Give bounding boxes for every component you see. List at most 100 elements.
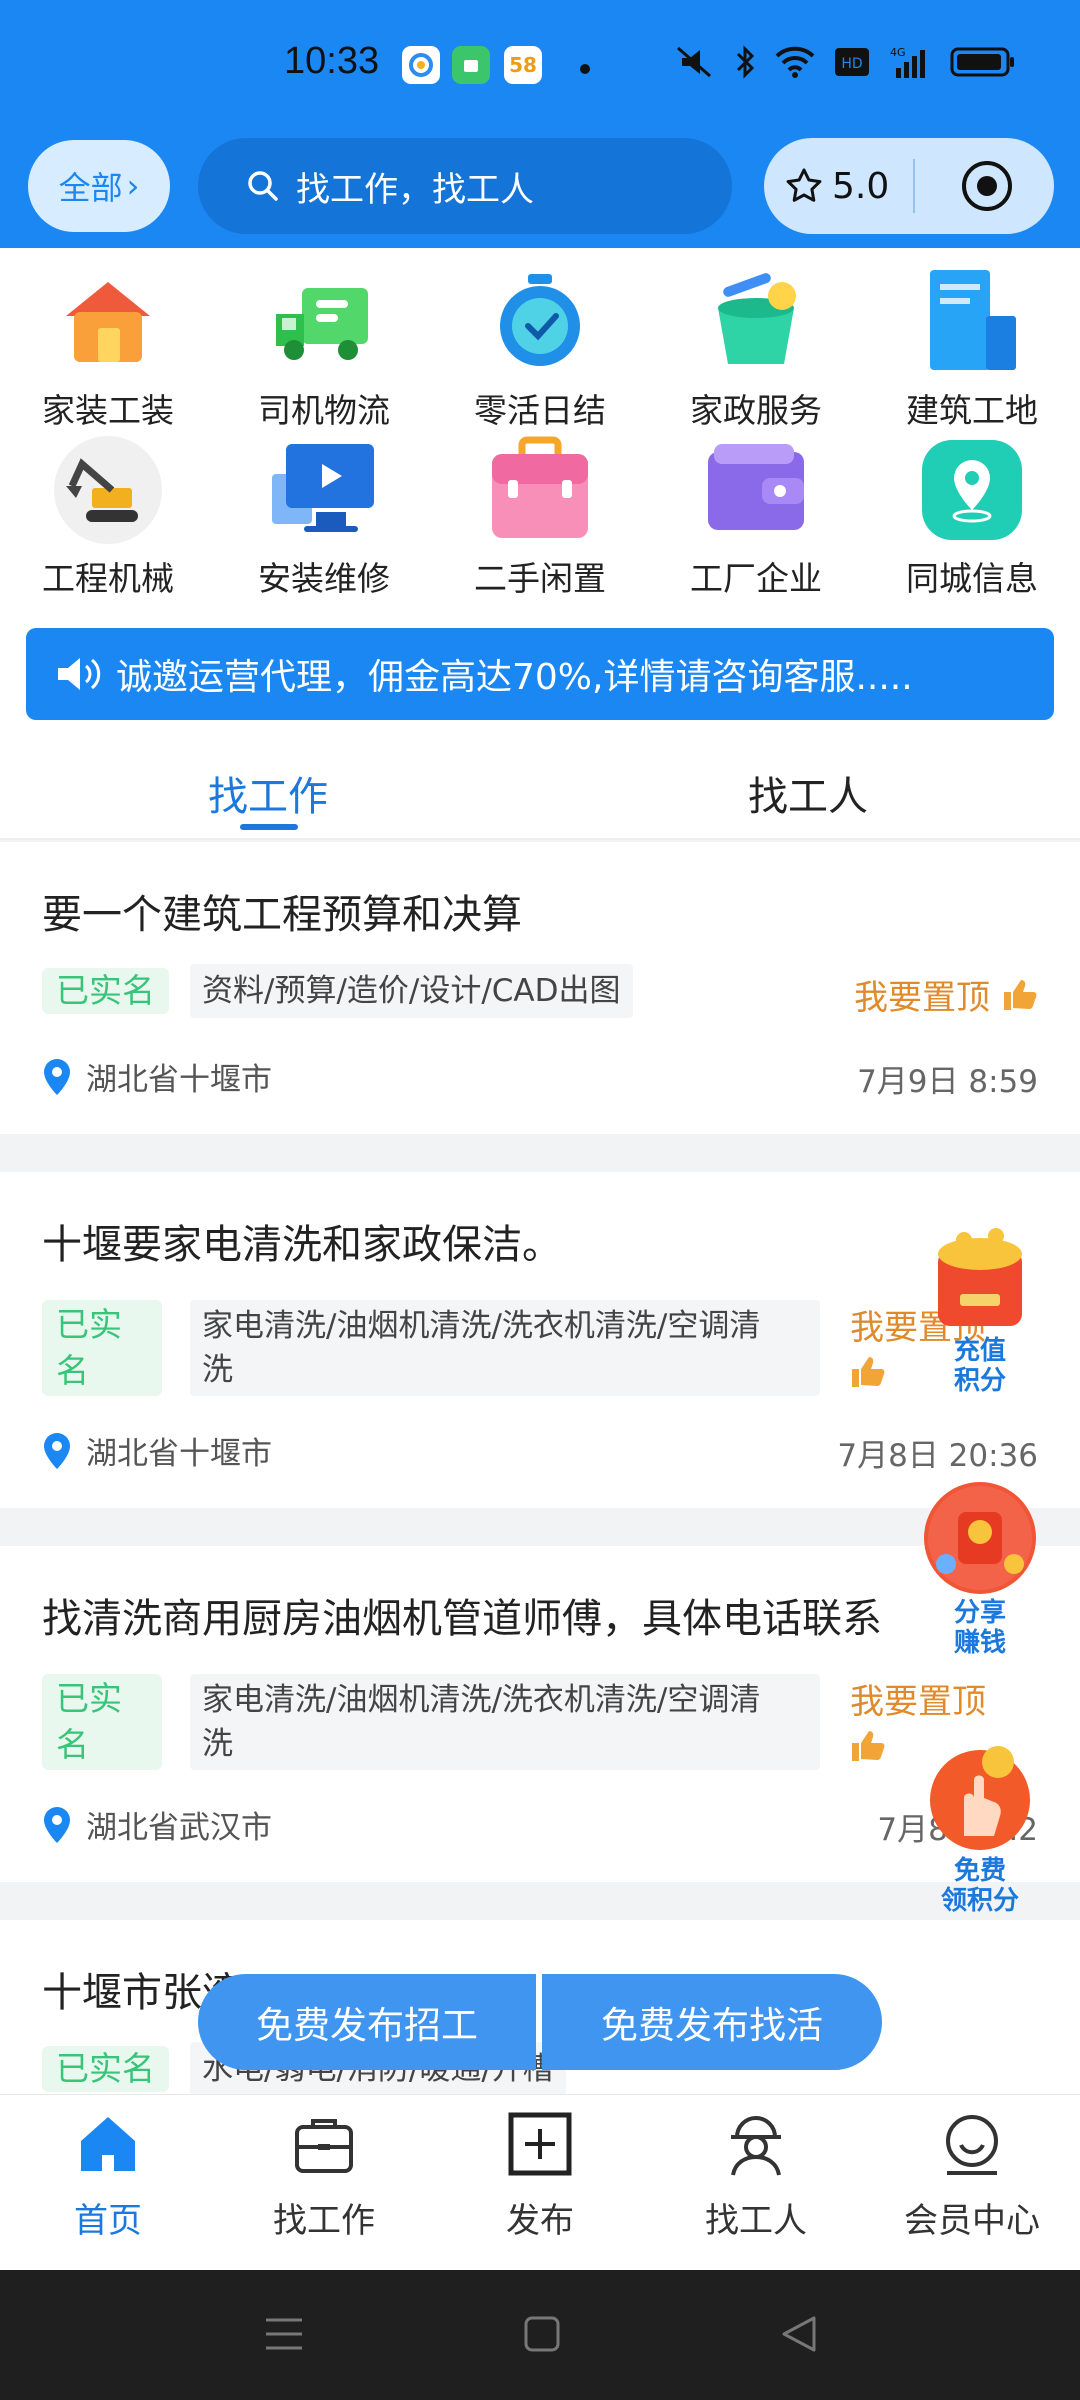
- pin-top-label: 我要置顶: [850, 1682, 986, 1722]
- thumbs-up-icon: [1004, 979, 1037, 1010]
- top-header: 10:33 58 HD 4G 全部 › 找工作，找工人 5.0: [0, 0, 1080, 248]
- monitor-icon: [268, 434, 380, 546]
- notice-banner[interactable]: 诚邀运营代理，佣金高达70%,详情请咨询客服.....: [26, 628, 1054, 720]
- worker-icon: [731, 2116, 781, 2176]
- verified-badge-line: 名: [56, 1351, 89, 1390]
- nav-find-job[interactable]: 找工作: [216, 2109, 432, 2242]
- status-bar: 10:33 58 HD 4G: [0, 40, 1080, 96]
- status-icons: HD 4G: [674, 44, 1016, 80]
- nav-find-worker[interactable]: 找工人: [648, 2109, 864, 2242]
- job-date: 7月9日 8:59: [857, 1064, 1038, 1100]
- svg-text:4G: 4G: [890, 46, 906, 59]
- job-card[interactable]: 要一个建筑工程预算和决算 已实名 资料/预算/造价/设计/CAD出图 我要置顶 …: [0, 842, 1080, 1134]
- free-points-float[interactable]: 免费 领积分: [920, 1740, 1040, 1916]
- verified-badge-line: 名: [56, 1725, 89, 1764]
- member-icon: [946, 2115, 998, 2175]
- svg-text:HD: HD: [841, 56, 862, 72]
- nav-publish[interactable]: 发布: [432, 2109, 648, 2242]
- category-item[interactable]: 建筑工地: [864, 256, 1080, 430]
- verified-badge: 已实名: [42, 968, 169, 1014]
- home-square-icon[interactable]: [524, 2316, 560, 2352]
- tab-find-job[interactable]: 找工作: [208, 764, 328, 822]
- back-icon[interactable]: [780, 2314, 818, 2354]
- stopwatch-icon: [484, 266, 596, 378]
- float-label: 免费 领积分: [920, 1856, 1040, 1916]
- category-item[interactable]: 同城信息: [864, 424, 1080, 598]
- job-tags: 家电清洗/油烟机清洗/洗衣机清洗/空调清 洗: [190, 1674, 820, 1770]
- qq-mail-icon: [402, 46, 440, 84]
- bottom-nav: 首页 找工作 发布 找工人 会员中心: [0, 2094, 1080, 2270]
- hd-icon: HD: [835, 48, 869, 76]
- wifi-icon: [775, 46, 815, 78]
- signal-4g-icon: 4G: [890, 46, 925, 78]
- all-filter-button[interactable]: 全部 ›: [28, 140, 170, 232]
- notification-dot: [580, 64, 590, 74]
- publish-find-work-button[interactable]: 免费发布找活: [542, 1974, 882, 2070]
- briefcase-icon: [484, 434, 596, 546]
- app-58-icon: 58: [504, 46, 542, 84]
- tab-indicator: [240, 824, 298, 830]
- job-tags-line: 家电清洗/油烟机清洗/洗衣机清洗/空调清: [202, 1308, 761, 1344]
- job-tags: 家电清洗/油烟机清洗/洗衣机清洗/空调清 洗: [190, 1300, 820, 1396]
- job-tabs: 找工作 找工人: [0, 740, 1080, 840]
- truck-icon: [268, 266, 380, 378]
- map-pin-icon: [44, 1432, 70, 1469]
- job-title: 十堰要家电清洗和家政保洁。: [42, 1222, 562, 1268]
- float-label-line: 分享: [953, 1598, 1006, 1628]
- category-item[interactable]: 司机物流: [216, 256, 432, 430]
- nav-member-center[interactable]: 会员中心: [864, 2109, 1080, 2242]
- plus-box-icon: [508, 2112, 572, 2176]
- float-label: 分享 赚钱: [920, 1598, 1040, 1658]
- search-input[interactable]: 找工作，找工人: [198, 138, 732, 234]
- nav-label: 首页: [74, 2201, 142, 2241]
- status-time: 10:33: [284, 40, 380, 82]
- menu-icon[interactable]: [264, 2316, 304, 2352]
- category-item[interactable]: 安装维修: [216, 424, 432, 598]
- red-envelope-icon: [924, 1220, 1036, 1332]
- category-item[interactable]: 家政服务: [648, 256, 864, 430]
- rating-button[interactable]: 5.0: [784, 166, 889, 207]
- star-icon: [786, 168, 822, 202]
- job-card[interactable]: 十堰要家电清洗和家政保洁。 已实 名 家电清洗/油烟机清洗/洗衣机清洗/空调清 …: [0, 1172, 1080, 1508]
- job-location: 湖北省武汉市: [42, 1802, 272, 1847]
- verified-badge: 已实 名: [42, 1674, 162, 1770]
- rating-capsule[interactable]: 5.0: [764, 138, 1054, 234]
- category-item[interactable]: 零活日结: [432, 256, 648, 430]
- category-label: 工厂企业: [690, 559, 822, 598]
- job-tags: 资料/预算/造价/设计/CAD出图: [190, 964, 633, 1018]
- location-icon: [916, 434, 1028, 546]
- category-item[interactable]: 二手闲置: [432, 424, 648, 598]
- float-label-line: 免费: [953, 1856, 1006, 1886]
- tab-find-worker[interactable]: 找工人: [748, 764, 868, 822]
- system-nav-bar: [0, 2270, 1080, 2400]
- speaker-icon: [58, 658, 101, 690]
- search-icon: [248, 171, 278, 201]
- verified-badge: 已实 名: [42, 1300, 162, 1396]
- category-label: 同城信息: [906, 559, 1038, 598]
- nav-home[interactable]: 首页: [0, 2109, 216, 2242]
- job-date: 7月8日 20:36: [837, 1438, 1038, 1474]
- job-card[interactable]: 找清洗商用厨房油烟机管道师傅，具体电话联系 已实 名 家电清洗/油烟机清洗/洗衣…: [0, 1546, 1080, 1882]
- job-card[interactable]: 十堰市张湾区... 已实名 水电/弱电/消防/暖通/开槽: [0, 1920, 1080, 2096]
- float-label-line: 领积分: [940, 1886, 1019, 1916]
- building-icon: [916, 266, 1028, 378]
- category-item[interactable]: 家装工装: [0, 256, 216, 430]
- nav-label: 找工作: [273, 2201, 375, 2241]
- thumbs-up-icon: [852, 1357, 885, 1387]
- category-grid: 家装工装 司机物流 零活日结 家政服务 建筑工地 工程机械 安装维修 二手闲置 …: [0, 248, 1080, 606]
- recharge-points-float[interactable]: 充值 积分: [920, 1220, 1040, 1396]
- category-item[interactable]: 工厂企业: [648, 424, 864, 598]
- location-text: 湖北省十堰市: [86, 1436, 272, 1472]
- publish-recruit-button[interactable]: 免费发布招工: [198, 1974, 536, 2070]
- home-icon: [81, 2117, 135, 2171]
- nav-label: 会员中心: [904, 2201, 1040, 2241]
- house-icon: [52, 266, 164, 378]
- pin-top-button[interactable]: 我要置顶: [854, 970, 1038, 1019]
- verified-badge: 已实名: [42, 2046, 169, 2092]
- pin-top-label: 我要置顶: [854, 978, 990, 1018]
- category-item[interactable]: 工程机械: [0, 424, 216, 598]
- share-earn-float[interactable]: 分享 赚钱: [920, 1482, 1040, 1658]
- search-placeholder: 找工作，找工人: [296, 169, 534, 210]
- bluetooth-icon: [736, 45, 755, 79]
- close-miniprogram-icon[interactable]: [959, 158, 1015, 214]
